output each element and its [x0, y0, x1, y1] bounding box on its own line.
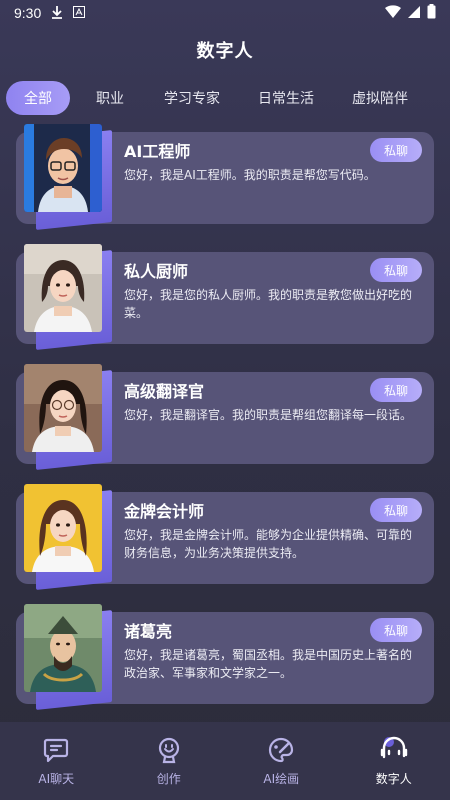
nav-digital-human[interactable]: 数字人 — [338, 722, 450, 800]
tab-virtual-companion[interactable]: 虚拟陪伴 — [340, 81, 420, 115]
tab-study-expert[interactable]: 学习专家 — [152, 81, 232, 115]
chat-icon — [42, 736, 70, 764]
page-title: 数字人 — [0, 26, 450, 74]
card-description: 您好，我是金牌会计师。能够为企业提供精确、可靠的财务信息，为业务决策提供支持。 — [124, 528, 413, 560]
nav-label: 创作 — [156, 771, 181, 786]
nav-label: 数字人 — [375, 771, 412, 786]
signal-icon — [407, 5, 421, 22]
card-description: 您好，我是翻译官。我的职责是帮组您翻译每一段话。 — [124, 408, 413, 422]
bottom-navigation: AI聊天 创作 AI绘画 数字人 — [0, 722, 450, 800]
digital-human-icon — [380, 736, 408, 764]
private-chat-button[interactable]: 私聊 — [370, 618, 422, 642]
paint-icon — [267, 736, 295, 764]
tab-all[interactable]: 全部 — [6, 81, 70, 115]
nav-ai-paint[interactable]: AI绘画 — [225, 722, 338, 800]
status-bar: 9:30 — [0, 0, 450, 26]
avatar — [24, 604, 112, 710]
page-title-text: 数字人 — [196, 41, 254, 62]
private-chat-button[interactable]: 私聊 — [370, 258, 422, 282]
avatar — [24, 484, 112, 590]
private-chat-button[interactable]: 私聊 — [370, 498, 422, 522]
card-name: AI工程师 — [124, 142, 191, 161]
list-item[interactable]: 金牌会计师 私聊 您好，我是金牌会计师。能够为企业提供精确、可靠的财务信息，为业… — [16, 484, 434, 590]
card-name: 金牌会计师 — [124, 502, 205, 521]
tab-label: 全部 — [24, 91, 52, 107]
nav-create[interactable]: 创作 — [113, 722, 226, 800]
tab-label: 虚拟陪伴 — [352, 91, 408, 107]
list-item[interactable]: 私人厨师 私聊 您好，我是您的私人厨师。我的职责是教您做出好吃的菜。 — [16, 244, 434, 350]
list-item[interactable]: 诸葛亮 私聊 您好，我是诸葛亮，蜀国丞相。我是中国历史上著名的政治家、军事家和文… — [16, 604, 434, 710]
avatar — [24, 244, 112, 350]
card-description: 您好，我是诸葛亮，蜀国丞相。我是中国历史上著名的政治家、军事家和文学家之一。 — [124, 648, 413, 680]
avatar — [24, 124, 112, 230]
create-icon — [155, 736, 183, 764]
card-description: 您好，我是您的私人厨师。我的职责是教您做出好吃的菜。 — [124, 288, 413, 320]
card-description: 您好，我是AI工程师。我的职责是帮您写代码。 — [124, 168, 376, 182]
tab-daily-life[interactable]: 日常生活 — [246, 81, 326, 115]
private-chat-button[interactable]: 私聊 — [370, 378, 422, 402]
nav-label: AI聊天 — [38, 771, 75, 786]
battery-icon — [427, 4, 436, 22]
tab-label: 日常生活 — [258, 91, 314, 107]
card-name: 私人厨师 — [124, 262, 189, 281]
category-tabs: 全部 职业 学习专家 日常生活 虚拟陪伴 — [6, 80, 446, 116]
list-item[interactable]: 高级翻译官 私聊 您好，我是翻译官。我的职责是帮组您翻译每一段话。 — [16, 364, 434, 470]
nav-ai-chat[interactable]: AI聊天 — [0, 722, 113, 800]
list-item[interactable]: AI工程师 私聊 您好，我是AI工程师。我的职责是帮您写代码。 — [16, 124, 434, 230]
tab-label: 职业 — [96, 91, 124, 107]
nav-label: AI绘画 — [263, 771, 300, 786]
card-name: 高级翻译官 — [124, 382, 205, 401]
avatar — [24, 364, 112, 470]
download-icon — [51, 5, 63, 22]
a-badge-icon — [73, 5, 86, 21]
tab-profession[interactable]: 职业 — [84, 81, 136, 115]
card-name: 诸葛亮 — [124, 622, 173, 641]
status-time: 9:30 — [14, 5, 42, 21]
digital-human-list[interactable]: AI工程师 私聊 您好，我是AI工程师。我的职责是帮您写代码。 私人厨师 私聊 … — [0, 122, 450, 720]
wifi-icon — [385, 4, 401, 22]
private-chat-button[interactable]: 私聊 — [370, 138, 422, 162]
tab-label: 学习专家 — [164, 91, 220, 107]
